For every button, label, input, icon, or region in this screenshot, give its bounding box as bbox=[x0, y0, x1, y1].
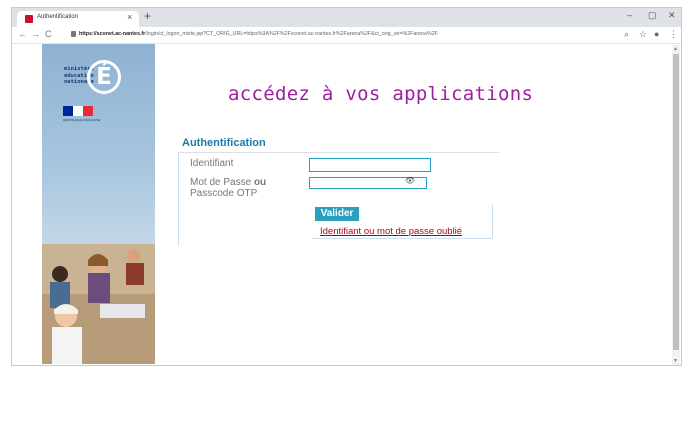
flag-caption: RÉPUBLIQUE FRANÇAISE bbox=[63, 118, 101, 122]
students-photo bbox=[42, 244, 155, 364]
new-tab-button[interactable]: + bbox=[144, 9, 151, 23]
forgot-credentials-link[interactable]: Identifiant ou mot de passe oublié bbox=[320, 226, 462, 237]
scroll-thumb[interactable] bbox=[673, 54, 679, 350]
tab-close-icon[interactable]: × bbox=[127, 12, 132, 22]
reload-icon[interactable]: C bbox=[45, 29, 52, 39]
auth-title: Authentification bbox=[182, 137, 266, 149]
e-logo-icon: É bbox=[87, 60, 121, 94]
identifiant-label: Identifiant bbox=[190, 158, 234, 169]
url-field[interactable]: https://sconet.ac-nantes.fr/login/ct_log… bbox=[79, 31, 438, 37]
logo-letter: É bbox=[96, 64, 112, 90]
close-window-button[interactable]: ✕ bbox=[668, 10, 676, 21]
password-label-or: ou bbox=[253, 177, 267, 188]
maximize-button[interactable]: ▢ bbox=[648, 10, 657, 21]
favicon-icon bbox=[25, 15, 33, 23]
sidebar-banner: ministère éducation nationale É RÉPUBLIQ… bbox=[42, 44, 155, 364]
password-label-text: Mot de Passe bbox=[190, 177, 252, 188]
tab-strip: Authentification × + – ▢ ✕ bbox=[12, 8, 681, 27]
page-headline: accédez à vos applications bbox=[228, 83, 534, 105]
identifiant-input[interactable] bbox=[309, 158, 431, 172]
scroll-down-icon[interactable]: ▼ bbox=[673, 358, 678, 364]
minimize-button[interactable]: – bbox=[627, 10, 632, 20]
scrollbar[interactable]: ▲ ▼ bbox=[672, 45, 680, 365]
star-icon[interactable]: ☆ bbox=[639, 29, 647, 40]
page-content: ministère éducation nationale É RÉPUBLIQ… bbox=[12, 44, 681, 365]
zoom-icon[interactable]: ⌕ bbox=[624, 29, 629, 40]
browser-tab[interactable]: Authentification × bbox=[17, 11, 139, 27]
lock-icon bbox=[71, 31, 76, 37]
password-input[interactable]: 👁 bbox=[309, 176, 427, 189]
tab-title: Authentification bbox=[37, 14, 79, 20]
eye-icon[interactable]: 👁 bbox=[405, 176, 415, 185]
passcode-label-text: Passcode OTP bbox=[190, 188, 258, 199]
url-path: /login/ct_logon_mixte.jsp?CT_ORIG_URL=ht… bbox=[145, 31, 438, 37]
back-icon[interactable]: ← bbox=[18, 29, 27, 39]
forward-icon[interactable]: → bbox=[31, 29, 40, 39]
account-icon[interactable]: ● bbox=[654, 29, 659, 39]
menu-icon[interactable]: ⋮ bbox=[669, 29, 678, 40]
url-host: https://sconet.ac-nantes.fr bbox=[79, 31, 146, 37]
password-label: Mot de Passe ou Passcode OTP bbox=[190, 177, 266, 199]
address-bar: ← → C https://sconet.ac-nantes.fr/login/… bbox=[12, 27, 681, 44]
republic-flag-icon bbox=[63, 106, 93, 116]
scroll-up-icon[interactable]: ▲ bbox=[673, 46, 678, 52]
browser-window: Authentification × + – ▢ ✕ ← → C https:/… bbox=[11, 7, 682, 366]
validate-button[interactable]: Valider bbox=[315, 207, 359, 221]
